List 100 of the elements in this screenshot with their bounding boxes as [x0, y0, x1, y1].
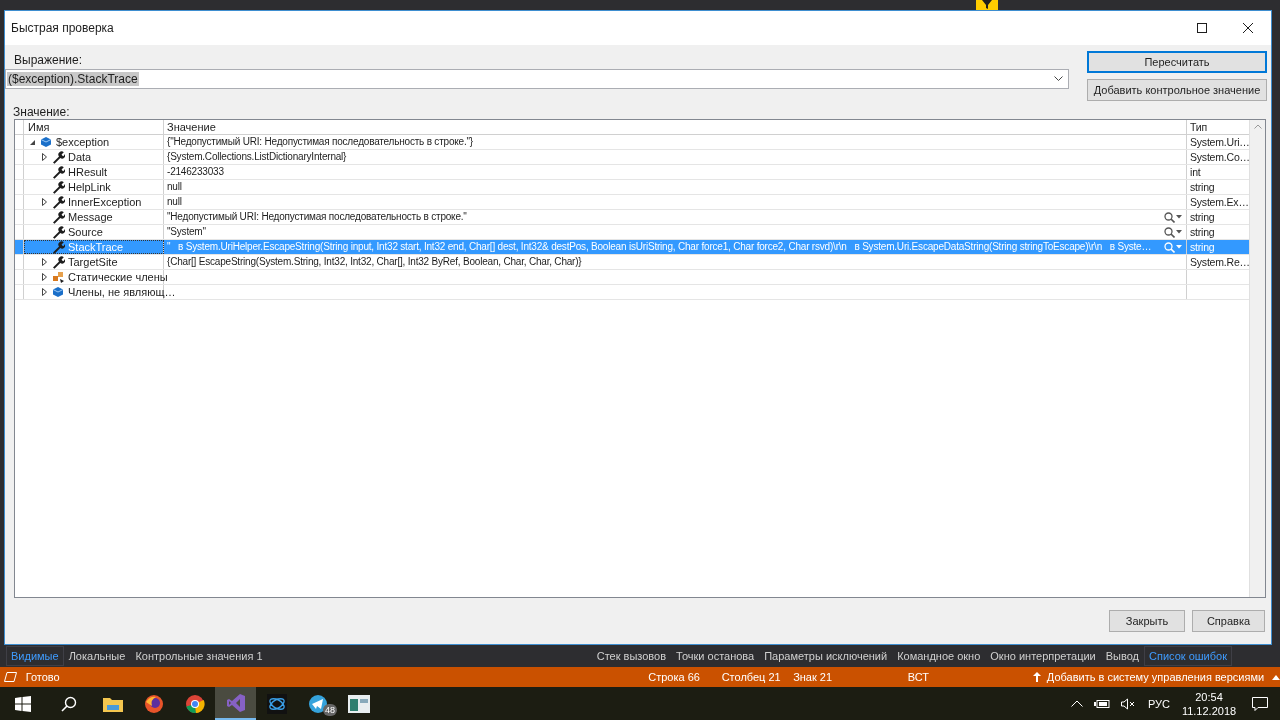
- watch-row[interactable]: Message "Недопустимый URI: Недопустимая последовательность в строке." string: [15, 210, 1249, 225]
- variable-type: string: [1190, 181, 1215, 193]
- up-arrow-icon[interactable]: [1033, 672, 1041, 682]
- variable-value: " в System.UriHelper.EscapeString(String input, Int32 start, Int32 end, Char[] dest, Int32& destPos, Boolean isUriString, Char force1, Char force2, Char rsvd)\r\n в System.Uri.EscapeDataString(String stringToEscape)\r\n в Syste…: [167, 241, 1152, 252]
- variable-type: string: [1190, 211, 1215, 223]
- close-icon[interactable]: [1243, 23, 1253, 33]
- wrench-icon: [51, 165, 65, 179]
- column-header[interactable]: Тип: [1187, 120, 1249, 134]
- wrench-icon: [51, 195, 65, 209]
- variable-name: Статические члены: [68, 270, 168, 284]
- variable-value: -2146233033: [167, 166, 224, 177]
- window-icon[interactable]: [347, 694, 370, 713]
- watch-row[interactable]: $exception {"Недопустимый URI: Недопустимая последовательность в строке."} System.Uri…: [15, 135, 1249, 150]
- tool-window-tab[interactable]: Локальные: [63, 646, 131, 666]
- visualizer-button[interactable]: [1164, 226, 1182, 238]
- windows-logo-icon[interactable]: [15, 695, 31, 712]
- tool-window-tab[interactable]: Контрольные значения 1: [130, 646, 268, 666]
- variable-value: null: [167, 196, 182, 207]
- wrench-icon: [51, 210, 65, 224]
- cube-icon: [52, 286, 64, 298]
- expression-field[interactable]: ($exception).StackTrace: [5, 69, 1069, 89]
- variable-value: {"Недопустимый URI: Недопустимая последовательность в строке."}: [167, 136, 473, 147]
- collapse-arrow-icon[interactable]: [28, 138, 36, 146]
- expand-arrow-icon[interactable]: [41, 153, 47, 161]
- speaker-muted-icon[interactable]: [1120, 697, 1137, 710]
- expand-arrow-icon[interactable]: [41, 198, 47, 206]
- expand-arrow-icon[interactable]: [41, 273, 47, 281]
- expression-label: Выражение:: [14, 53, 82, 67]
- tool-window-tab[interactable]: Видимые: [6, 646, 64, 666]
- tool-window-tab[interactable]: Окно интерпретации: [985, 646, 1101, 666]
- dialog-title: Быстрая проверка: [11, 21, 115, 35]
- tool-window-tab[interactable]: Список ошибок: [1144, 646, 1232, 666]
- variable-name: Source: [68, 225, 103, 239]
- value-label: Значение:: [13, 105, 70, 119]
- visualizer-button[interactable]: [1164, 211, 1182, 223]
- variable-name: StackTrace: [68, 240, 124, 254]
- tool-window-tab[interactable]: Вывод: [1100, 646, 1144, 666]
- variable-name: Члены, не являющ…: [68, 285, 176, 299]
- add-watch-button[interactable]: Добавить контрольное значение: [1087, 79, 1267, 101]
- expand-arrow-icon[interactable]: [41, 288, 47, 296]
- input-language[interactable]: РУС: [1147, 697, 1170, 710]
- recalculate-button[interactable]: Пересчитать: [1087, 51, 1267, 73]
- folder-icon[interactable]: [102, 695, 123, 712]
- taskbar-button[interactable]: 48: [297, 687, 338, 720]
- variable-name: Message: [68, 210, 113, 224]
- expand-arrow-icon[interactable]: [41, 258, 47, 266]
- variable-value: "Недопустимый URI: Недопустимая последовательность в строке.": [167, 211, 467, 222]
- variable-name: HelpLink: [68, 180, 111, 194]
- battery-icon[interactable]: [1093, 699, 1110, 708]
- source-control-link[interactable]: Добавить в систему управления версиями: [1046, 671, 1265, 683]
- variable-value: null: [167, 181, 182, 192]
- search-icon[interactable]: [61, 695, 77, 712]
- variable-value: {Char[] EscapeString(System.String, Int32, Int32, Char[], Int32 ByRef, Boolean, Char, Char, Char)}: [167, 256, 582, 267]
- watch-row[interactable]: HelpLink null string: [15, 180, 1249, 195]
- status-text: Готово: [25, 671, 60, 683]
- help-button[interactable]: Справка: [1192, 610, 1265, 632]
- tool-window-tab[interactable]: Стек вызовов: [591, 646, 672, 666]
- dropdown-caret-icon[interactable]: [1176, 230, 1182, 234]
- clock[interactable]: 20:54 11.12.2018: [1178, 689, 1240, 718]
- column-header[interactable]: Значение: [164, 120, 1187, 134]
- variable-type: System.Re…: [1190, 256, 1250, 268]
- wrench-icon: [51, 240, 65, 254]
- watch-row[interactable]: InnerException null System.Ex…: [15, 195, 1249, 210]
- search-icon[interactable]: [1164, 211, 1175, 223]
- variable-name: HResult: [68, 165, 108, 179]
- wrench-icon: [51, 255, 65, 269]
- watch-row[interactable]: Члены, не являющ…: [15, 285, 1249, 300]
- chrome-icon[interactable]: [184, 693, 205, 714]
- watch-row[interactable]: Data {System.Collections.ListDictionaryInternal} System.Co…: [15, 150, 1249, 165]
- dropdown-caret-icon[interactable]: [1054, 76, 1063, 82]
- fox-globe-icon[interactable]: [143, 693, 164, 714]
- variable-type: string: [1190, 241, 1215, 253]
- variable-name: TargetSite: [68, 255, 118, 269]
- notification-icon[interactable]: [1252, 696, 1268, 711]
- wrench-icon: [51, 225, 65, 239]
- tool-window-tab[interactable]: Точки останова: [671, 646, 760, 666]
- variable-name: Data: [68, 150, 92, 164]
- search-icon[interactable]: [1164, 226, 1175, 238]
- dropdown-caret-icon[interactable]: [1176, 215, 1182, 219]
- static-members-icon: [51, 270, 65, 284]
- watch-row[interactable]: Статические члены: [15, 270, 1249, 285]
- variable-name: $exception: [56, 135, 110, 149]
- variable-type: System.Co…: [1190, 151, 1250, 163]
- chevron-up-icon[interactable]: [1070, 700, 1083, 707]
- caret-up-icon[interactable]: [1272, 674, 1280, 680]
- app-icon[interactable]: [266, 693, 287, 714]
- variable-type: string: [1190, 226, 1215, 238]
- wrench-icon: [51, 150, 65, 164]
- variable-name: InnerException: [68, 195, 142, 209]
- line-number: Строка 66: [648, 671, 700, 683]
- watch-row[interactable]: HResult -2146233033 int: [15, 165, 1249, 180]
- unread-badge: 48: [323, 704, 337, 716]
- maximize-icon[interactable]: [1197, 23, 1207, 33]
- close-button[interactable]: Закрыть: [1109, 610, 1185, 632]
- variable-type: System.Ex…: [1190, 196, 1249, 208]
- tool-window-tab[interactable]: Параметры исключений: [759, 646, 893, 666]
- column-header[interactable]: Имя: [24, 120, 164, 134]
- tool-window-tab[interactable]: Командное окно: [892, 646, 986, 666]
- watch-row[interactable]: TargetSite {Char[] EscapeString(System.String, Int32, Int32, Char[], Int32 ByRef, Boolean, Char, Char, Char)} System.Re…: [15, 255, 1249, 270]
- variable-type: System.Uri…: [1190, 136, 1250, 148]
